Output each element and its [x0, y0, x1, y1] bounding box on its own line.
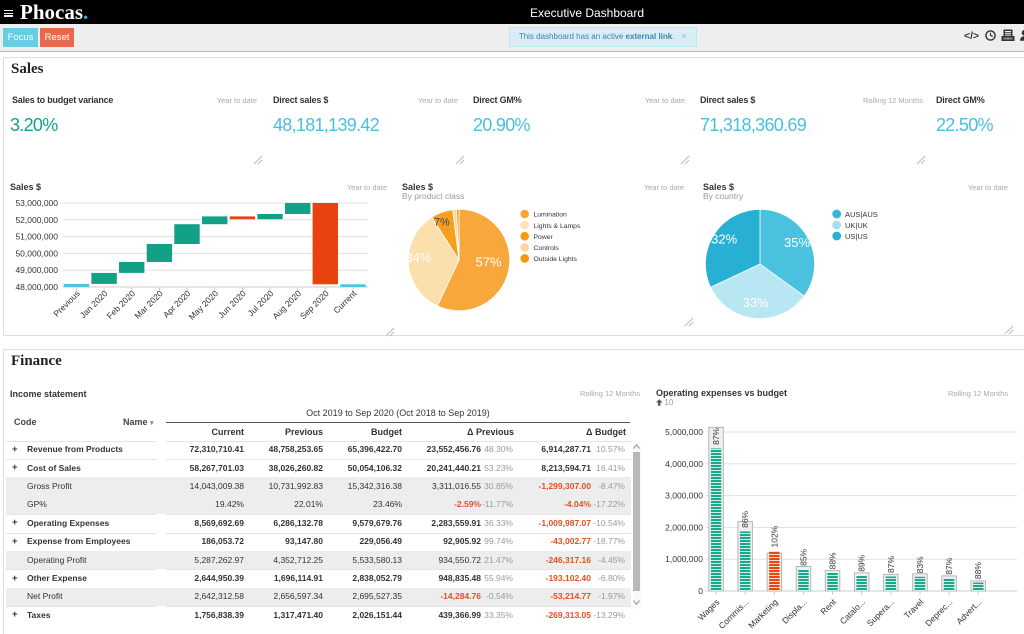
svg-text:5,000,000: 5,000,000: [665, 427, 703, 437]
svg-text:Catalo...: Catalo...: [838, 597, 867, 626]
svg-text:88%: 88%: [973, 562, 983, 579]
svg-text:4,000,000: 4,000,000: [665, 459, 703, 469]
svg-text:Deprec...: Deprec...: [923, 597, 954, 628]
svg-text:87%: 87%: [944, 557, 954, 574]
svg-text:Marketing: Marketing: [746, 597, 780, 631]
svg-text:87%: 87%: [711, 427, 721, 444]
svg-text:Displa...: Displa...: [780, 597, 809, 626]
svg-text:Supera...: Supera...: [865, 597, 896, 628]
svg-text:87%: 87%: [886, 556, 896, 573]
svg-text:88%: 88%: [828, 552, 838, 569]
svg-text:102%: 102%: [769, 525, 779, 547]
svg-text:89%: 89%: [857, 554, 867, 571]
svg-text:Advert...: Advert...: [954, 597, 983, 626]
svg-text:83%: 83%: [915, 556, 925, 573]
svg-text:Travel: Travel: [902, 597, 926, 621]
svg-text:2,000,000: 2,000,000: [665, 522, 703, 532]
svg-text:0: 0: [698, 586, 703, 596]
svg-text:86%: 86%: [740, 510, 750, 527]
svg-text:85%: 85%: [798, 548, 808, 565]
svg-text:Rent: Rent: [818, 596, 838, 616]
svg-text:1,000,000: 1,000,000: [665, 554, 703, 564]
svg-text:Wages: Wages: [696, 597, 722, 623]
svg-text:3,000,000: 3,000,000: [665, 491, 703, 501]
svg-text:Commis...: Commis...: [716, 597, 750, 631]
